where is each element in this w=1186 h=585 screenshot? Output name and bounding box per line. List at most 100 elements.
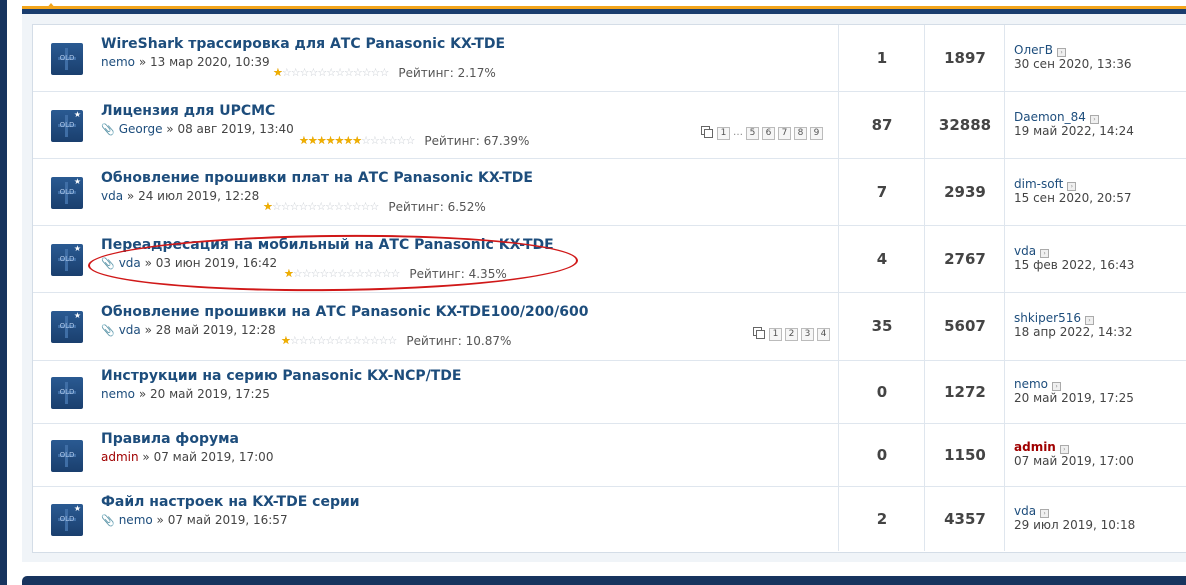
- rating-star-icon: ☆: [360, 200, 371, 213]
- topic-author-link[interactable]: nemo: [101, 55, 135, 69]
- last-post-author-link[interactable]: vda: [1014, 244, 1036, 258]
- topic-author-link[interactable]: vda: [101, 189, 123, 203]
- page-link[interactable]: 1: [769, 328, 782, 341]
- topic-title-link[interactable]: Файл настроек на KX-TDE серии: [101, 494, 360, 510]
- rating-value: 67.39%: [483, 134, 530, 148]
- rating-star-icon: ☆: [271, 200, 282, 213]
- goto-last-post-icon[interactable]: ›: [1089, 115, 1099, 124]
- goto-last-post-icon[interactable]: ›: [1057, 48, 1067, 57]
- views-count: 1150: [944, 446, 986, 464]
- last-post-cell: shkiper516 › 18 апр 2022, 14:32: [1004, 293, 1186, 360]
- last-post-date: 15 сен 2020, 20:57: [1014, 191, 1132, 205]
- last-post: vda › 15 фев 2022, 16:43: [1014, 244, 1134, 272]
- rating-star-icon: ☆: [298, 334, 309, 347]
- topic-author-link[interactable]: vda: [119, 323, 141, 337]
- page-link[interactable]: 5: [746, 127, 759, 140]
- topic-author-link[interactable]: nemo: [119, 513, 153, 527]
- topic-title-link[interactable]: Переадресация на мобильный на АТС Panaso…: [101, 237, 554, 253]
- topic-meta: 📎 George » 08 авг 2019, 13:40: [101, 122, 294, 136]
- topic-date: 20 май 2019, 17:25: [150, 387, 270, 401]
- topic-author-link[interactable]: nemo: [101, 387, 135, 401]
- last-post-date: 18 апр 2022, 14:32: [1014, 325, 1133, 339]
- views-cell: 5607: [924, 293, 1005, 360]
- rating-stars[interactable]: ★☆☆☆☆☆☆☆☆☆☆☆☆: [281, 334, 398, 347]
- rating-star-icon: ☆: [316, 200, 326, 213]
- topic-main-cell: OLD ★ Переадресация на мобильный на АТС Pa…: [33, 226, 838, 292]
- topic-row: OLD ★ Обновление прошивки плат на АТС Pana…: [33, 159, 1186, 226]
- rating-star-icon: ☆: [344, 66, 354, 79]
- topic-author-link[interactable]: George: [119, 122, 163, 136]
- last-post-author-link[interactable]: shkiper516: [1014, 311, 1081, 325]
- topic-row: OLD ★ Лицензия для UPCMC 📎 George » 08 авг 2…: [33, 92, 1186, 159]
- last-post: shkiper516 › 18 апр 2022, 14:32: [1014, 311, 1132, 339]
- rating-star-icon: ☆: [299, 66, 310, 79]
- replies-cell: 0: [838, 424, 925, 486]
- goto-last-post-icon[interactable]: ›: [1067, 182, 1077, 191]
- goto-last-post-icon[interactable]: ›: [1052, 382, 1062, 391]
- topic-title-link[interactable]: Обновление прошивки на АТС Panasonic KX-…: [101, 304, 589, 320]
- rating-star-icon: ☆: [310, 267, 321, 280]
- topic-title-link[interactable]: WireShark трассировка для АТС Panasonic …: [101, 36, 505, 52]
- topic-author-link[interactable]: admin: [101, 450, 139, 464]
- page-link[interactable]: 4: [817, 328, 830, 341]
- rating-stars[interactable]: ★☆☆☆☆☆☆☆☆☆☆☆☆: [273, 66, 389, 79]
- topic-date: 13 мар 2020, 10:39: [150, 55, 270, 69]
- topic-pagination: 1… 5 6 7 8 9: [701, 126, 823, 140]
- page-link[interactable]: 3: [801, 328, 814, 341]
- topic-title-link[interactable]: Правила форума: [101, 431, 239, 447]
- rating-label: Рейтинг:: [406, 334, 462, 348]
- last-post-author-link[interactable]: vda: [1014, 504, 1036, 518]
- replies-cell: 2: [838, 487, 925, 551]
- topic-title-link[interactable]: Лицензия для UPCMC: [101, 103, 275, 119]
- topic-rating: ★★★★★★★☆☆☆☆☆☆ Рейтинг: 67.39%: [299, 134, 529, 148]
- top-header-band: [22, 0, 1186, 14]
- last-post-author-link[interactable]: nemo: [1014, 377, 1048, 391]
- icon-old-label: OLD: [59, 121, 75, 129]
- topic-title-link[interactable]: Инструкции на серию Panasonic KX-NCP/TDE: [101, 368, 461, 384]
- rating-star-icon: ☆: [307, 334, 318, 347]
- icon-old-label: OLD: [59, 451, 75, 459]
- topic-main-cell: OLD Инструкции на серию Panasonic KX-NCP/…: [33, 361, 838, 423]
- icon-old-label: OLD: [59, 54, 75, 62]
- rating-stars[interactable]: ★☆☆☆☆☆☆☆☆☆☆☆☆: [284, 267, 400, 280]
- rating-star-icon: ★: [352, 134, 362, 147]
- page-link[interactable]: 8: [794, 127, 807, 140]
- last-post-author-link[interactable]: ОлегВ: [1014, 43, 1053, 57]
- replies-count: 35: [871, 317, 893, 335]
- rating-star-icon: ☆: [387, 334, 398, 347]
- rating-star-icon: ★: [343, 134, 353, 147]
- topic-main-cell: OLD ★ Обновление прошивки плат на АТС Pana…: [33, 159, 838, 225]
- goto-last-post-icon[interactable]: ›: [1040, 509, 1050, 518]
- rating-star-icon: ☆: [307, 200, 317, 213]
- goto-last-post-icon[interactable]: ›: [1059, 445, 1069, 454]
- rating-star-icon: ★: [263, 200, 273, 213]
- goto-last-post-icon[interactable]: ›: [1084, 316, 1094, 325]
- rating-stars[interactable]: ★★★★★★★☆☆☆☆☆☆: [299, 134, 415, 147]
- replies-count: 0: [876, 446, 888, 464]
- page-link[interactable]: 6: [762, 127, 775, 140]
- topic-row: OLD ★ Переадресация на мобильный на АТС Pa…: [33, 226, 1186, 293]
- rating-star-icon: ☆: [335, 66, 345, 79]
- rating-stars[interactable]: ★☆☆☆☆☆☆☆☆☆☆☆☆: [263, 200, 379, 213]
- topic-main-cell: OLD ★ Лицензия для UPCMC 📎 George » 08 авг 2…: [33, 92, 838, 158]
- views-cell: 4357: [924, 487, 1005, 551]
- last-post-cell: vda › 29 июл 2019, 10:18: [1004, 487, 1186, 551]
- topic-author-link[interactable]: vda: [119, 256, 141, 270]
- topic-rating: ★☆☆☆☆☆☆☆☆☆☆☆☆ Рейтинг: 4.35%: [284, 267, 507, 281]
- views-cell: 1150: [924, 424, 1005, 486]
- last-post-date: 19 май 2022, 14:24: [1014, 124, 1134, 138]
- last-post-author-link[interactable]: Daemon_84: [1014, 110, 1086, 124]
- topic-folder-icon: OLD: [51, 377, 83, 409]
- topic-title-link[interactable]: Обновление прошивки плат на АТС Panasoni…: [101, 170, 533, 186]
- page-link[interactable]: 7: [778, 127, 791, 140]
- page-link[interactable]: 9: [810, 127, 823, 140]
- topic-row: OLD ★ Файл настроек на KX-TDE серии 📎 nemo »…: [33, 487, 1186, 551]
- rating-star-icon: ★: [307, 134, 318, 147]
- goto-last-post-icon[interactable]: ›: [1040, 249, 1050, 258]
- rating-star-icon: ☆: [281, 66, 292, 79]
- last-post-author-link[interactable]: admin: [1014, 440, 1056, 454]
- page-link[interactable]: 2: [785, 328, 798, 341]
- last-post-author-link[interactable]: dim-soft: [1014, 177, 1063, 191]
- page-link[interactable]: 1: [717, 127, 730, 140]
- topic-date: 03 июн 2019, 16:42: [155, 256, 278, 270]
